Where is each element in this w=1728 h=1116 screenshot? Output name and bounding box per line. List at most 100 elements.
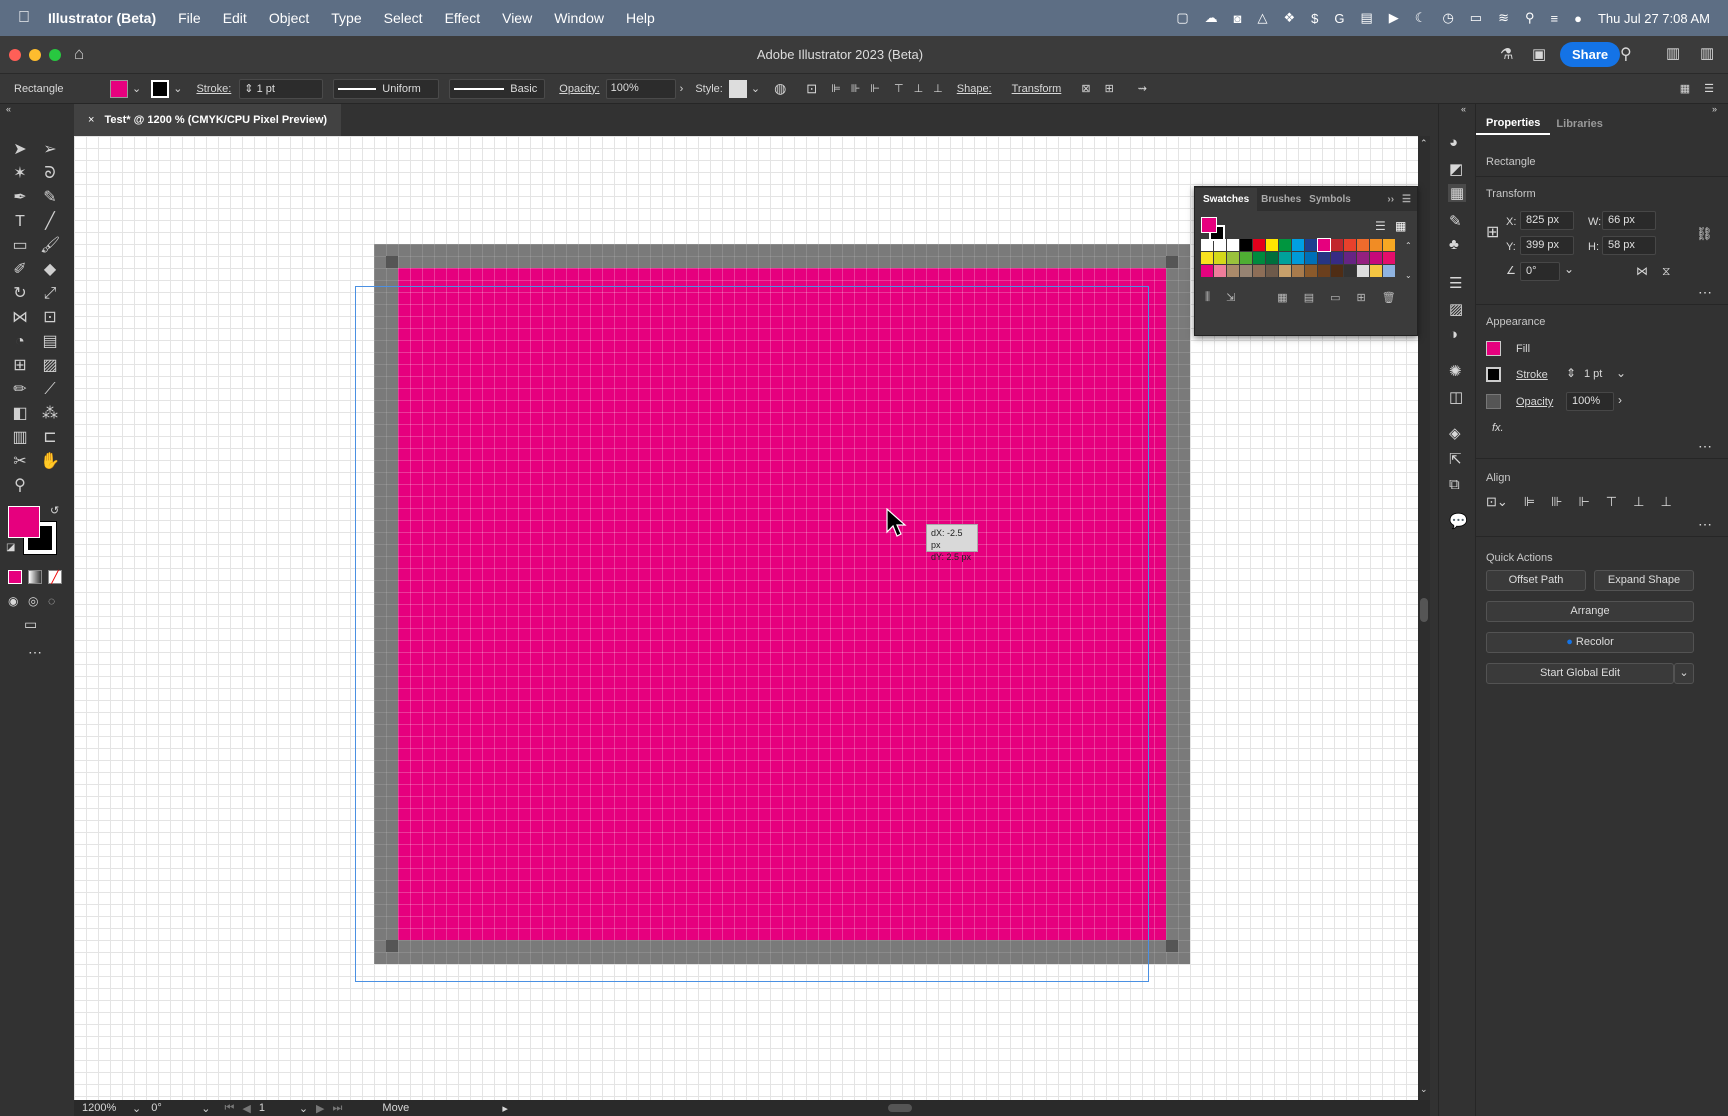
new-swatch-icon[interactable]: ⊞ — [1357, 291, 1366, 304]
status-mode[interactable]: Move — [382, 1102, 502, 1114]
anchor-point[interactable] — [1166, 940, 1178, 952]
calendar-icon[interactable]: ▤ — [1361, 10, 1373, 26]
fill-swatch[interactable] — [110, 79, 128, 98]
tab-symbols[interactable]: Symbols — [1305, 188, 1355, 211]
menu-type[interactable]: Type — [331, 10, 361, 26]
shaper-tool-icon[interactable]: ✐ — [10, 260, 30, 280]
color-swatch[interactable] — [1344, 239, 1356, 251]
align-right-icon[interactable]: ⊩ — [870, 82, 880, 95]
slice-tool-icon[interactable]: ✂ — [10, 452, 30, 472]
opacity-label[interactable]: Opacity — [1516, 396, 1553, 408]
dropbox-icon[interactable]: ❖ — [1283, 10, 1295, 26]
fill-color-swatch[interactable] — [1486, 341, 1501, 356]
variable-width-profile[interactable]: Uniform — [333, 78, 440, 99]
color-swatch[interactable] — [1383, 239, 1395, 251]
stroke-weight-value[interactable]: 1 pt — [1584, 368, 1602, 380]
start-global-edit-button[interactable]: Start Global Edit — [1486, 663, 1674, 684]
shape-builder-tool-icon[interactable]: ◔ — [10, 332, 30, 352]
comments-panel-icon[interactable]: 💬 — [1449, 512, 1468, 530]
width-tool-icon[interactable]: ⋈ — [10, 308, 30, 328]
opacity-field[interactable]: 100% — [1566, 392, 1614, 411]
fill-dropdown-icon[interactable]: ⌄ — [132, 82, 141, 95]
fill-color-box[interactable] — [8, 506, 40, 538]
export-panel-icon[interactable]: ⇱ — [1449, 450, 1462, 468]
delete-swatch-icon[interactable]: 🗑 — [1382, 291, 1396, 304]
constrain-proportions-icon[interactable]: ⛓ — [1696, 226, 1713, 242]
color-swatch[interactable] — [1266, 239, 1278, 251]
measure-tool-icon[interactable]: ⟋ — [40, 380, 60, 400]
show-kinds-icon[interactable]: ▦ — [1277, 291, 1287, 304]
draw-normal-icon[interactable]: ◉ — [8, 594, 18, 608]
color-swatch[interactable] — [1370, 239, 1382, 251]
pen-tool-icon[interactable]: ✒ — [10, 188, 30, 208]
shape-label[interactable]: Shape: — [957, 83, 992, 95]
wifi-icon[interactable]: ≋ — [1498, 10, 1509, 26]
offset-path-button[interactable]: Offset Path — [1486, 570, 1586, 591]
type-tool-icon[interactable]: T — [10, 212, 30, 232]
curvature-tool-icon[interactable]: ✎ — [40, 188, 60, 208]
color-swatch[interactable] — [1201, 265, 1213, 277]
menu-object[interactable]: Object — [269, 10, 309, 26]
align-vcenter-icon[interactable]: ⊥ — [1633, 494, 1644, 510]
more-options-icon[interactable]: ⋯ — [1698, 516, 1712, 533]
magic-wand-tool-icon[interactable]: ✶ — [10, 164, 30, 184]
gradient-panel-icon[interactable]: ▨ — [1449, 300, 1463, 318]
stroke-weight-field[interactable]: ⇕ 1 pt — [239, 78, 324, 99]
color-swatch[interactable] — [1292, 252, 1304, 264]
stroke-label[interactable]: Stroke — [1516, 369, 1548, 381]
menu-view[interactable]: View — [502, 10, 532, 26]
color-swatch[interactable] — [1214, 265, 1226, 277]
swatches-panel-icon[interactable]: ▦ — [1448, 184, 1467, 202]
tab-swatches[interactable]: Swatches — [1195, 187, 1258, 211]
width-field[interactable]: 66 px — [1602, 211, 1656, 230]
align-hcenter-icon[interactable]: ⊪ — [1551, 494, 1562, 510]
transform-label[interactable]: Transform — [1012, 83, 1062, 95]
anchor-point[interactable] — [1166, 256, 1178, 268]
search-icon[interactable]: ⚲ — [1620, 44, 1632, 64]
none-mode-icon[interactable]: ╱ — [48, 570, 62, 584]
color-swatch[interactable] — [1279, 265, 1291, 277]
color-panel-icon[interactable]: ◩ — [1449, 160, 1463, 178]
draw-behind-icon[interactable]: ◎ — [28, 594, 38, 608]
scroll-down-icon[interactable]: ⌄ — [1405, 271, 1412, 280]
arrange-button[interactable]: Arrange — [1486, 601, 1694, 622]
rotation-field[interactable]: 0° — [1520, 262, 1560, 281]
color-swatch[interactable] — [1240, 265, 1252, 277]
graphic-styles-panel-icon[interactable]: ◫ — [1449, 388, 1463, 406]
rectangle-tool-icon[interactable]: ▭ — [10, 236, 30, 256]
stroke-label[interactable]: Stroke: — [196, 83, 231, 95]
scroll-down-icon[interactable]: ⌄ — [1420, 1084, 1428, 1095]
rotation-value[interactable]: 0° — [151, 1102, 201, 1114]
isolate-icon[interactable]: ⊠ — [1081, 82, 1090, 95]
color-swatch[interactable] — [1305, 252, 1317, 264]
battery-icon[interactable]: ▭ — [1470, 10, 1482, 26]
color-swatch[interactable] — [1253, 252, 1265, 264]
document-tab[interactable]: × Test* @ 1200 % (CMYK/CPU Pixel Preview… — [74, 104, 342, 136]
color-guide-icon[interactable]: ◕ — [1449, 134, 1458, 151]
tab-libraries[interactable]: Libraries — [1550, 114, 1608, 134]
color-swatch[interactable] — [1383, 252, 1395, 264]
selection-tool-icon[interactable]: ➤ — [10, 140, 30, 160]
color-swatch[interactable] — [1357, 252, 1369, 264]
opacity-label[interactable]: Opacity: — [559, 83, 599, 95]
align-bottom-icon[interactable]: ⊥ — [1660, 494, 1671, 510]
paintbrush-tool-icon[interactable]: 🖌 — [40, 236, 60, 256]
screen-icon[interactable]: ▢ — [1176, 10, 1188, 26]
stepper-icon[interactable]: ⇕ — [244, 83, 256, 95]
new-color-group-icon[interactable]: ▭ — [1330, 291, 1340, 304]
play-icon[interactable]: ▶ — [1389, 10, 1399, 26]
panel-menu-icon[interactable]: ☰ — [1704, 82, 1714, 95]
color-swatch[interactable] — [1370, 252, 1382, 264]
global-edit-dropdown-icon[interactable]: ⌄ — [1674, 663, 1694, 684]
menu-help[interactable]: Help — [626, 10, 655, 26]
color-swatch[interactable] — [1201, 252, 1213, 264]
zoom-level[interactable]: 1200% — [82, 1102, 132, 1114]
brushes-panel-icon[interactable]: ✎ — [1449, 212, 1462, 230]
stroke-panel-icon[interactable]: ☰ — [1449, 274, 1462, 292]
menu-app-name[interactable]: Illustrator (Beta) — [48, 10, 156, 26]
perspective-grid-tool-icon[interactable]: ▤ — [40, 332, 60, 352]
color-swatch[interactable] — [1331, 252, 1343, 264]
draw-inside-icon[interactable]: ◌ — [48, 594, 55, 608]
align-left-icon[interactable]: ⊫ — [1524, 494, 1535, 510]
comments-icon[interactable]: ▣ — [1532, 45, 1546, 63]
